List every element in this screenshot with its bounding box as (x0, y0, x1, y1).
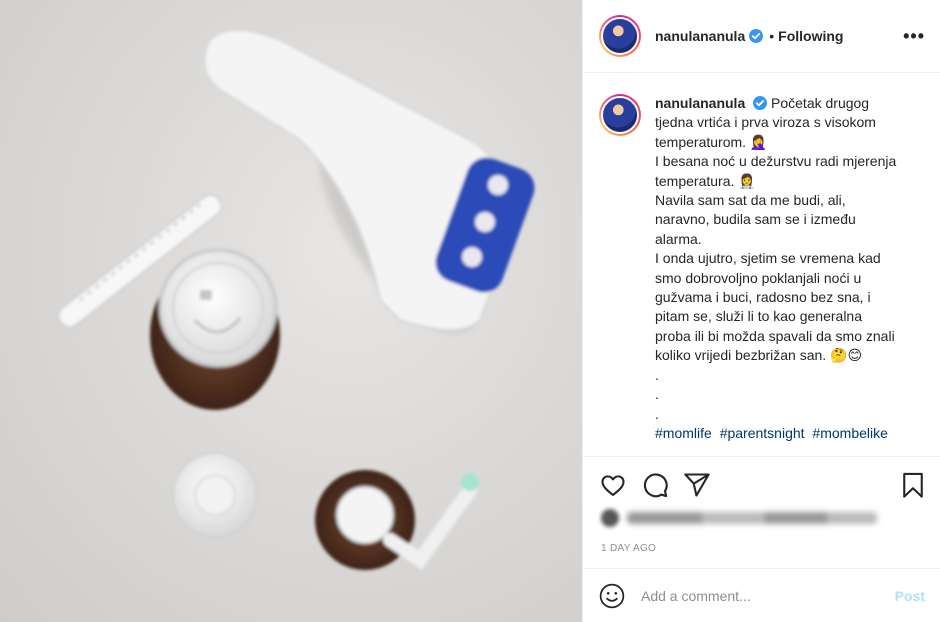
author-username[interactable]: nanulananula (655, 28, 745, 44)
caption-text: nanulananula Početak drugog tjedna vrtić… (655, 94, 915, 443)
likes-summary[interactable] (601, 507, 891, 529)
likes-text-blurred (627, 512, 877, 524)
heart-icon[interactable] (599, 471, 627, 499)
caption-line: alarma. (655, 230, 702, 247)
post-side-panel: nanulananula • Following ••• nanulananul… (582, 0, 940, 622)
nasal-spray-bottle (315, 470, 479, 570)
verified-icon (753, 96, 768, 110)
post-comment-button[interactable]: Post (895, 588, 925, 604)
caption-line: . (655, 405, 659, 422)
medicine-bottle (150, 248, 280, 410)
photo-illustration (57, 29, 535, 570)
caption-line: Početak drugog (771, 95, 870, 111)
caption-line: Navila sam sat da me budi, ali, (655, 192, 846, 209)
post-photo[interactable] (0, 0, 582, 622)
post-header: nanulananula • Following ••• (583, 0, 940, 73)
caption-line: koliko vrijedi bezbrižan san. 🤔😊 (655, 347, 863, 364)
caption-line: smo dobrovoljno poklanjali noći u (655, 269, 862, 286)
caption-username[interactable]: nanulananula (655, 95, 745, 111)
spray-bottle (172, 452, 258, 538)
caption-line: gužvama i buci, radosno bez sna, i (655, 289, 871, 306)
liker-avatar (601, 509, 619, 527)
caption-line: tjedna vrtića i prva viroza s visokom (655, 114, 876, 131)
caption-section: nanulananula Početak drugog tjedna vrtić… (583, 74, 940, 456)
author-avatar[interactable] (599, 15, 641, 57)
emoji-icon[interactable] (599, 583, 625, 609)
caption-line: I onda ujutro, sjetim se vremena kad (655, 250, 881, 267)
comment-icon[interactable] (641, 471, 669, 499)
caption-line: I besana noć u dežurstvu radi mjerenja (655, 153, 897, 170)
comment-bar: Post (583, 568, 940, 622)
comment-input[interactable] (641, 587, 895, 604)
more-icon[interactable]: ••• (903, 26, 925, 47)
caption-line: proba ili bi možda spavali da smo znali (655, 327, 895, 344)
caption-line: temperatura. 👩‍⚕️ (655, 172, 756, 189)
caption-line: . (655, 386, 659, 403)
post-timestamp[interactable]: 1 DAY AGO (601, 543, 656, 554)
caption-line: . (655, 366, 659, 383)
bookmark-icon[interactable] (899, 471, 927, 499)
caption-line: pitam se, služi li to kao generalna (655, 308, 862, 325)
hashtag-list: #momlife #parentsnight #mombelike (655, 424, 915, 443)
hashtag-link[interactable]: #parentsnight (720, 425, 805, 441)
separator-dot: • (769, 28, 775, 44)
hashtag-link[interactable]: #mombelike (812, 425, 887, 441)
share-icon[interactable] (683, 471, 711, 499)
caption-line: naravno, budila sam se i između (655, 211, 856, 228)
following-button[interactable]: Following (778, 28, 843, 44)
hashtag-link[interactable]: #momlife (655, 425, 712, 441)
caption-avatar[interactable] (599, 94, 641, 136)
caption-line: temperaturom. 🤦‍♀️ (655, 133, 768, 150)
verified-icon (749, 29, 764, 43)
